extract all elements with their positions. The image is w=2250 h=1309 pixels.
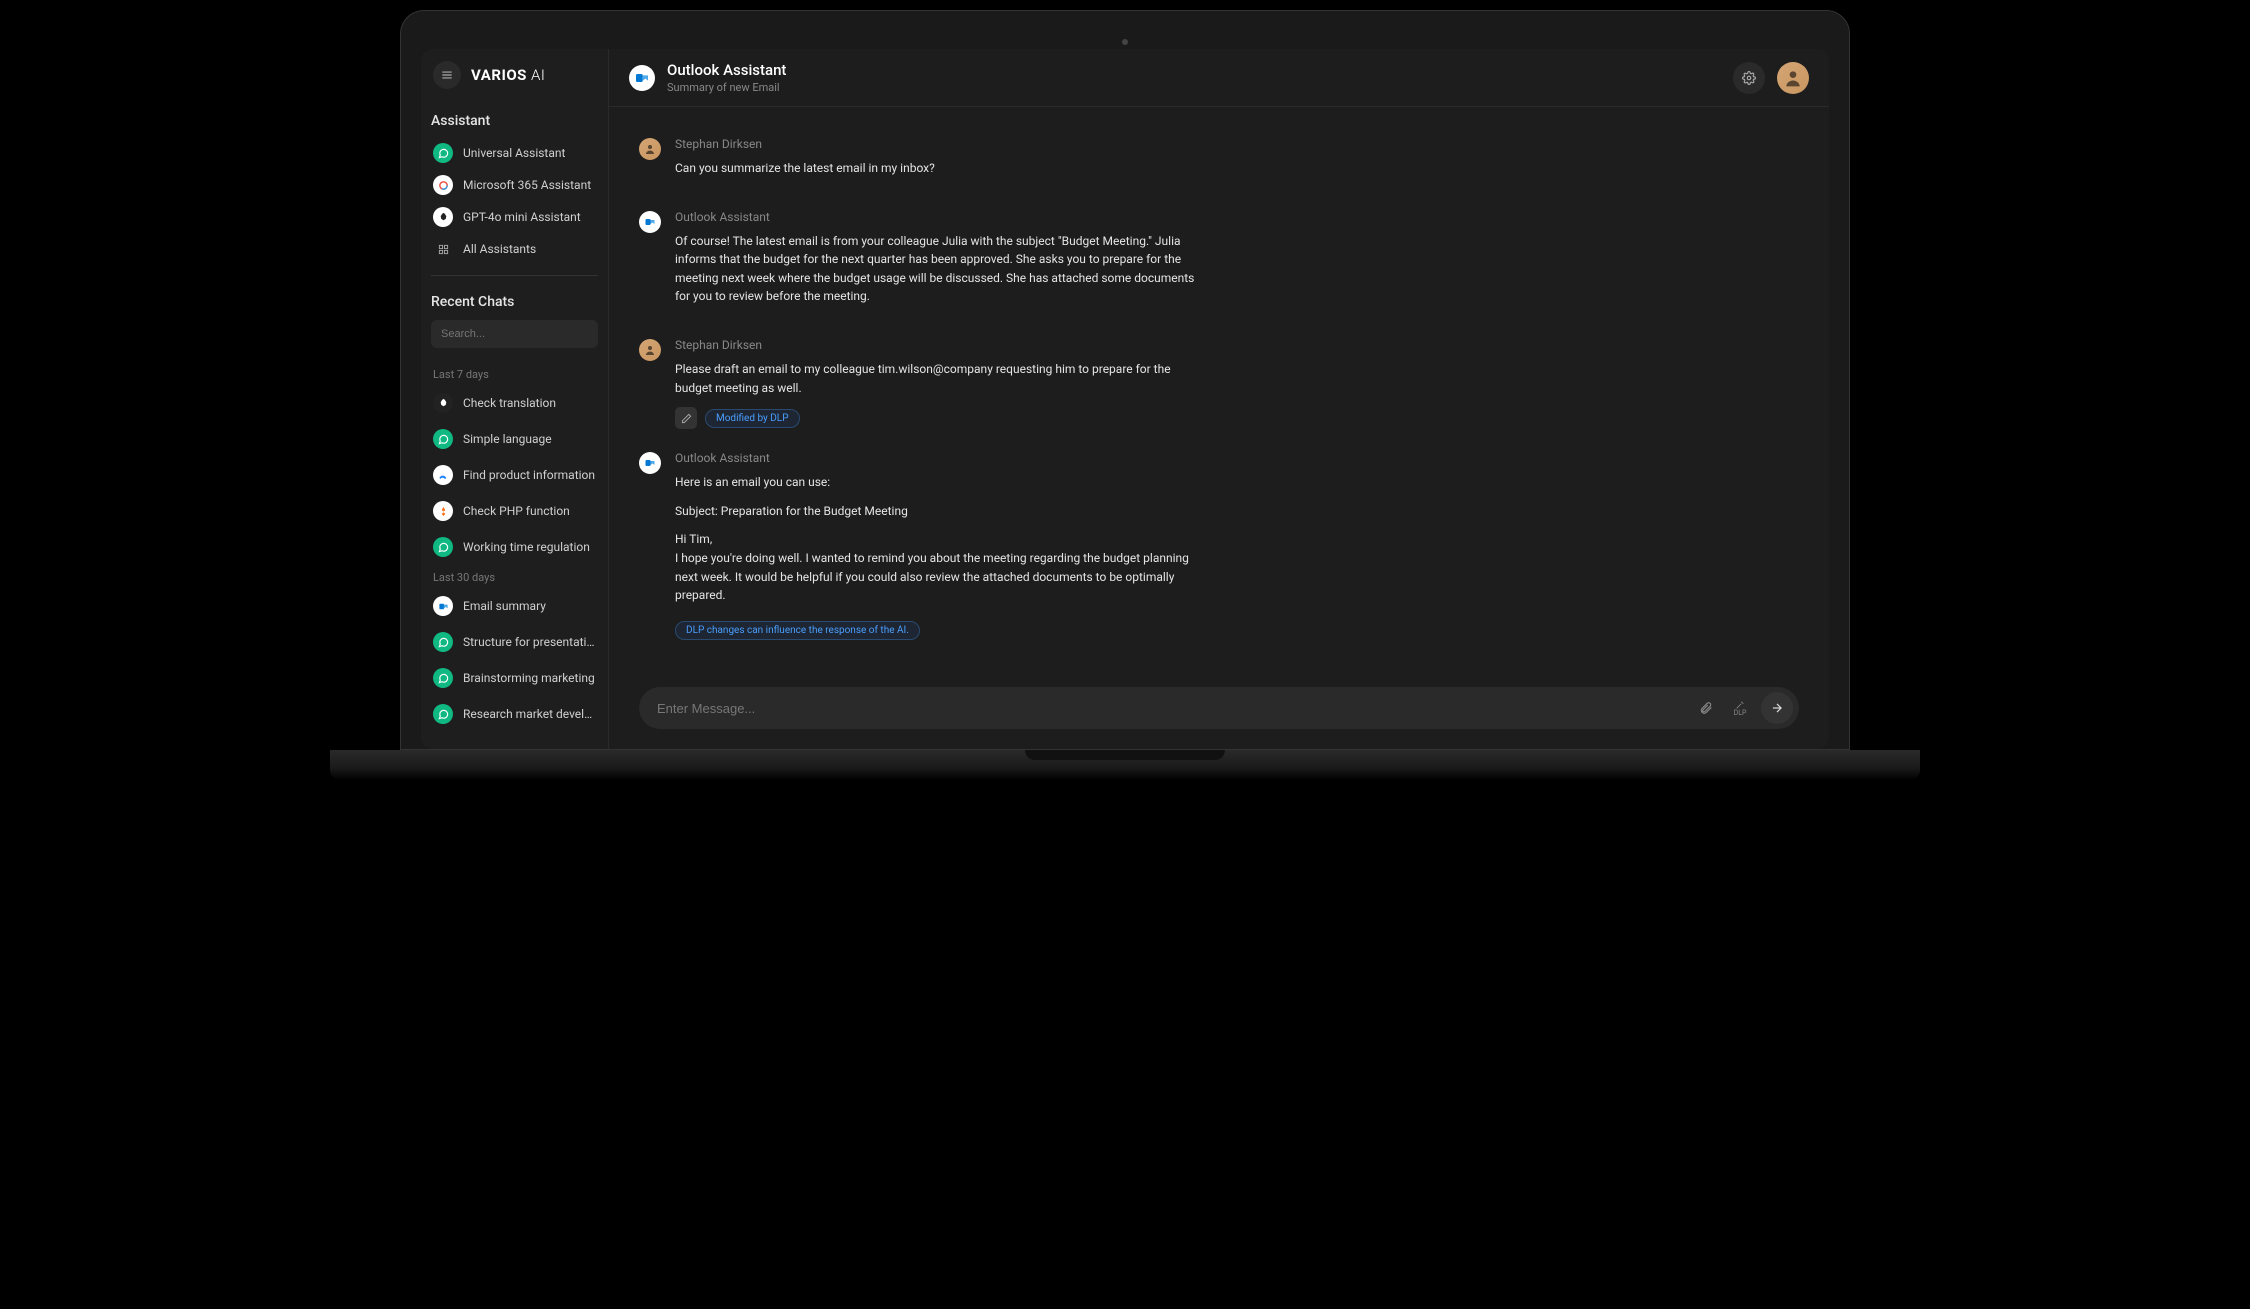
edit-button[interactable] (675, 407, 697, 429)
avatar (639, 138, 661, 160)
pencil-icon (681, 413, 692, 424)
confluence-icon (433, 465, 453, 485)
arrow-right-icon (1770, 701, 1784, 715)
assistant-list: Universal Assistant Microsoft 365 Assist… (431, 139, 598, 263)
chat-icon (433, 668, 453, 688)
chat-icon (433, 429, 453, 449)
main-panel: Outlook Assistant Summary of new Email (609, 49, 1829, 749)
sidebar-item-all-assistants[interactable]: All Assistants (431, 235, 598, 263)
chat-item-label: Research market develo... (463, 707, 596, 721)
user-avatar[interactable] (1777, 62, 1809, 94)
composer-area: DLP (609, 673, 1829, 749)
outlook-icon (639, 211, 661, 233)
composer: DLP (639, 687, 1799, 729)
chat-item-check-php[interactable]: Check PHP function (431, 495, 598, 527)
wand-icon (1734, 700, 1746, 710)
message-body: Here is an email you can use: Subject: P… (675, 473, 1195, 605)
page-title: Outlook Assistant (667, 61, 1721, 79)
person-icon (1783, 68, 1803, 88)
time-group-label: Last 30 days (433, 571, 598, 584)
m365-icon (433, 175, 453, 195)
time-group-label: Last 7 days (433, 368, 598, 381)
sidebar-item-gpt4o-assistant[interactable]: GPT-4o mini Assistant (431, 203, 598, 231)
screen-bezel: VARIOS AI Assistant Universal Assistant … (400, 10, 1850, 750)
dlp-info-note: DLP changes can influence the response o… (675, 621, 920, 640)
chat-item-check-translation[interactable]: Check translation (431, 387, 598, 419)
chat-item-label: Simple language (463, 432, 552, 446)
sidebar-heading-recent: Recent Chats (431, 294, 598, 310)
avatar (639, 339, 661, 361)
openai-icon (433, 207, 453, 227)
message-sender: Outlook Assistant (675, 210, 1195, 224)
sidebar-item-label: All Assistants (463, 242, 536, 256)
chat-item-simple-language[interactable]: Simple language (431, 423, 598, 455)
message-body: Please draft an email to my colleague ti… (675, 360, 1195, 397)
chat-item-label: Check translation (463, 396, 556, 410)
message-sender: Stephan Dirksen (675, 338, 1195, 352)
sidebar-item-universal-assistant[interactable]: Universal Assistant (431, 139, 598, 167)
message-assistant: Outlook Assistant Of course! The latest … (639, 210, 1769, 316)
laptop-base (330, 750, 1920, 780)
topbar: Outlook Assistant Summary of new Email (609, 49, 1829, 107)
message-sender: Outlook Assistant (675, 451, 1195, 465)
outlook-icon (629, 65, 655, 91)
sidebar-item-label: Universal Assistant (463, 146, 565, 160)
chat-icon (433, 143, 453, 163)
outlook-icon (639, 452, 661, 474)
sidebar-heading-assistant: Assistant (431, 113, 598, 129)
php-icon (433, 501, 453, 521)
send-button[interactable] (1761, 692, 1793, 724)
dlp-toggle-button[interactable]: DLP (1727, 695, 1753, 721)
chat-list-7days: Check translation Simple language Find p… (431, 387, 598, 563)
dlp-modified-badge: Modified by DLP (705, 409, 800, 428)
conversation: Stephan Dirksen Can you summarize the la… (609, 107, 1829, 673)
grid-icon (433, 239, 453, 259)
app-window: VARIOS AI Assistant Universal Assistant … (421, 49, 1829, 749)
chat-item-working-time[interactable]: Working time regulation (431, 531, 598, 563)
message-sender: Stephan Dirksen (675, 137, 1195, 151)
chat-item-structure-presentation[interactable]: Structure for presentation (431, 626, 598, 658)
chat-icon (433, 704, 453, 724)
chat-item-label: Brainstorming marketing (463, 671, 595, 685)
gear-icon (1742, 71, 1756, 85)
paperclip-icon (1699, 701, 1713, 715)
chat-item-label: Working time regulation (463, 540, 590, 554)
sidebar-item-label: Microsoft 365 Assistant (463, 178, 591, 192)
chat-item-brainstorming-marketing[interactable]: Brainstorming marketing (431, 662, 598, 694)
chat-item-label: Structure for presentation (463, 635, 596, 649)
menu-button[interactable] (433, 61, 461, 89)
chat-item-label: Find product information (463, 468, 595, 482)
search-input[interactable] (431, 320, 598, 348)
chat-list-30days: Email summary Structure for presentation… (431, 590, 598, 730)
chat-item-label: Check PHP function (463, 504, 570, 518)
message-input[interactable] (657, 701, 1685, 716)
brand-logo: VARIOS AI (471, 66, 545, 84)
dlp-label: DLP (1734, 710, 1747, 717)
hamburger-icon (440, 68, 454, 82)
message-body: Can you summarize the latest email in my… (675, 159, 1195, 178)
chat-item-find-product-info[interactable]: Find product information (431, 459, 598, 491)
sidebar-item-label: GPT-4o mini Assistant (463, 210, 581, 224)
attach-button[interactable] (1693, 695, 1719, 721)
openai-dark-icon (433, 393, 453, 413)
chat-item-email-summary[interactable]: Email summary (431, 590, 598, 622)
outlook-icon (433, 596, 453, 616)
chat-icon (433, 537, 453, 557)
message-user: Stephan Dirksen Can you summarize the la… (639, 137, 1769, 188)
chat-item-label: Email summary (463, 599, 546, 613)
laptop-notch (1025, 750, 1225, 760)
sidebar: VARIOS AI Assistant Universal Assistant … (421, 49, 609, 749)
divider (431, 275, 598, 276)
message-user: Stephan Dirksen Please draft an email to… (639, 338, 1769, 429)
sidebar-item-m365-assistant[interactable]: Microsoft 365 Assistant (431, 171, 598, 199)
chat-icon (433, 632, 453, 652)
camera-icon (1122, 39, 1128, 45)
settings-button[interactable] (1733, 62, 1765, 94)
message-body: Of course! The latest email is from your… (675, 232, 1195, 306)
message-assistant: Outlook Assistant Here is an email you c… (639, 451, 1769, 640)
page-subtitle: Summary of new Email (667, 81, 1721, 94)
chat-item-research-market[interactable]: Research market develo... (431, 698, 598, 730)
laptop-frame: VARIOS AI Assistant Universal Assistant … (400, 10, 1850, 780)
